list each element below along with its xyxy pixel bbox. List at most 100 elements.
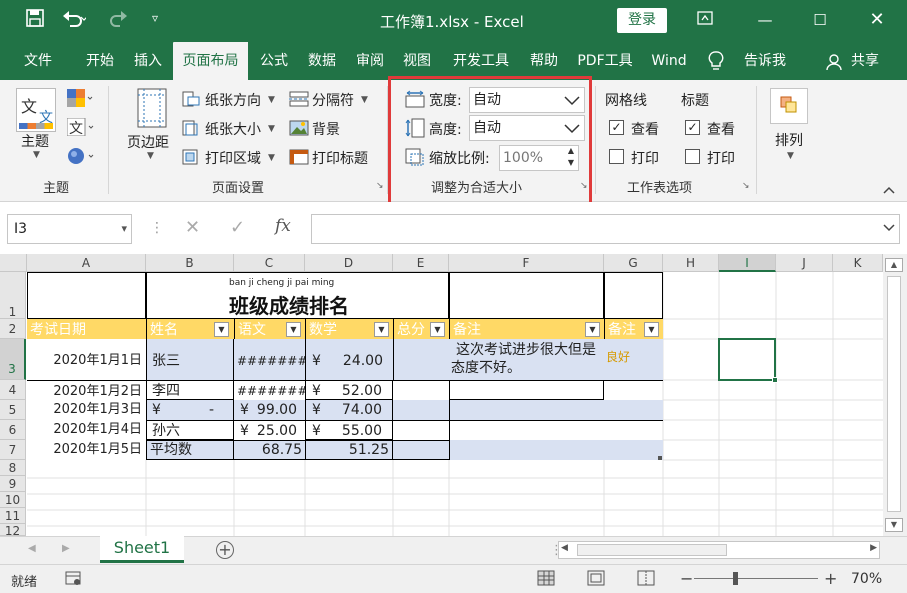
page-layout-view-icon[interactable] — [587, 570, 605, 590]
cell-g4[interactable] — [604, 380, 663, 400]
margins-button-label[interactable]: 页边距 — [127, 132, 169, 152]
arrange-dropdown-icon[interactable]: ▼ — [787, 151, 794, 161]
zoom-out-icon[interactable]: − — [680, 569, 693, 588]
scroll-down-icon[interactable]: ▼ — [885, 518, 903, 532]
zoom-slider[interactable] — [694, 578, 818, 579]
cell-d3[interactable]: ¥ 24.00 — [305, 339, 393, 380]
cell-f4[interactable] — [449, 380, 604, 400]
cell-b3[interactable]: 张三 — [146, 339, 234, 380]
cell-c3[interactable]: ######## — [234, 339, 305, 380]
row-header-9[interactable]: 9 — [0, 476, 26, 492]
header-cell-note[interactable]: 备注 — [449, 319, 604, 339]
table-resize-handle[interactable] — [658, 456, 662, 460]
column-header-b[interactable]: B — [146, 254, 234, 272]
ribbon-display-options-icon[interactable] — [690, 6, 720, 34]
row-header-1[interactable]: 1 — [0, 272, 26, 319]
breaks-dropdown-icon[interactable]: ▼ — [361, 95, 368, 105]
share-person-icon[interactable] — [826, 53, 844, 75]
cell-b1-merged[interactable]: ban ji cheng ji pai ming 班级成绩排名 — [146, 272, 449, 319]
margins-icon[interactable] — [137, 88, 167, 128]
margins-dropdown-icon[interactable]: ▼ — [147, 151, 154, 161]
formula-input[interactable] — [311, 214, 900, 244]
zoom-in-icon[interactable]: + — [824, 569, 837, 588]
tab-pdf-tools[interactable]: PDF工具 — [572, 42, 638, 80]
scroll-sheets-left-icon[interactable]: ◀ — [28, 543, 36, 554]
tab-wind[interactable]: Wind — [645, 42, 693, 80]
column-header-e[interactable]: E — [393, 254, 449, 272]
column-header-f[interactable]: F — [449, 254, 604, 272]
tab-insert[interactable]: 插入 — [124, 42, 172, 80]
headings-print-checkbox[interactable] — [685, 149, 700, 164]
cell-a7[interactable]: 2020年1月5日 — [27, 440, 146, 460]
new-sheet-icon[interactable]: + — [216, 541, 234, 559]
save-icon[interactable] — [26, 9, 44, 31]
cell-d7[interactable]: 51.25 — [305, 440, 393, 460]
row-header-12[interactable]: 12 — [0, 524, 26, 536]
print-area-button-label[interactable]: 打印区域 — [205, 148, 261, 168]
row-header-3[interactable]: 3 — [0, 339, 26, 380]
tab-help[interactable]: 帮助 — [522, 42, 566, 80]
themes-button-label[interactable]: 主题 — [21, 131, 49, 151]
horizontal-scrollbar[interactable]: ◀ ▶ — [558, 541, 880, 559]
vertical-scrollbar[interactable]: ▲ ▼ — [883, 254, 907, 536]
cell-d4[interactable]: ¥ 52.00 — [305, 380, 393, 400]
cell-e5[interactable] — [393, 400, 449, 420]
theme-effects-icon[interactable] — [67, 147, 95, 165]
undo-icon[interactable] — [62, 9, 88, 31]
print-area-dropdown-icon[interactable]: ▼ — [268, 153, 275, 163]
page-setup-dialog-launcher-icon[interactable]: ↘ — [376, 181, 386, 191]
cell-a5[interactable]: 2020年1月3日 — [27, 400, 146, 420]
close-icon[interactable]: ✕ — [862, 6, 892, 34]
filter-dropdown-icon[interactable]: ▼ — [585, 322, 600, 337]
breaks-icon[interactable] — [289, 91, 309, 111]
login-button[interactable]: 登录 — [617, 8, 667, 33]
tab-developer[interactable]: 开发工具 — [447, 42, 515, 80]
column-header-i[interactable]: I — [719, 254, 776, 272]
filter-dropdown-icon[interactable]: ▼ — [214, 322, 229, 337]
theme-fonts-icon[interactable]: 文 — [66, 117, 95, 137]
cell-d5[interactable]: ¥ 74.00 — [305, 400, 393, 420]
print-area-icon[interactable] — [182, 149, 200, 169]
macro-record-icon[interactable] — [65, 571, 81, 591]
scroll-left-icon[interactable]: ◀ — [561, 543, 568, 553]
selected-cell-i3[interactable] — [718, 338, 776, 381]
tab-file[interactable]: 文件 — [14, 42, 62, 80]
cell-e4[interactable] — [393, 380, 449, 400]
cell-a4[interactable]: 2020年1月2日 — [27, 380, 146, 400]
filter-dropdown-icon[interactable]: ▼ — [374, 322, 389, 337]
maximize-icon[interactable]: ☐ — [805, 6, 835, 34]
customize-quick-access-icon[interactable]: ▿ — [152, 11, 158, 25]
orientation-icon[interactable] — [182, 91, 200, 111]
expand-formula-bar-icon[interactable] — [883, 221, 895, 235]
cell-b7[interactable]: 平均数 — [146, 440, 234, 460]
row-header-7[interactable]: 7 — [0, 440, 26, 460]
scroll-right-icon[interactable]: ▶ — [870, 543, 877, 553]
cell-b6[interactable]: 孙六 — [146, 420, 234, 440]
cell-c4[interactable]: ######## — [234, 380, 305, 400]
redo-icon[interactable] — [108, 9, 132, 31]
tab-home[interactable]: 开始 — [76, 42, 124, 80]
zoom-level[interactable]: 70% — [851, 571, 882, 587]
row-header-2[interactable]: 2 — [0, 319, 26, 339]
column-header-g[interactable]: G — [604, 254, 663, 272]
insert-function-icon[interactable]: fx — [275, 216, 291, 236]
cell-f5[interactable] — [449, 400, 663, 420]
theme-gallery-icon[interactable]: 文 文 — [16, 88, 56, 132]
minimize-icon[interactable]: — — [750, 6, 780, 34]
cell-c7[interactable]: 68.75 — [234, 440, 305, 460]
arrange-button-label[interactable]: 排列 — [775, 130, 803, 150]
page-break-preview-icon[interactable] — [637, 570, 655, 590]
cell-e6[interactable] — [393, 420, 449, 440]
column-header-c[interactable]: C — [234, 254, 305, 272]
cell-g1[interactable] — [604, 272, 663, 319]
theme-colors-icon[interactable] — [67, 89, 93, 107]
sheet-options-dialog-launcher-icon[interactable]: ↘ — [742, 181, 752, 191]
header-cell-date[interactable]: 考试日期 — [27, 319, 146, 339]
cell-f6[interactable] — [449, 420, 663, 440]
tab-formulas[interactable]: 公式 — [252, 42, 296, 80]
orientation-dropdown-icon[interactable]: ▼ — [268, 95, 275, 105]
row-header-4[interactable]: 4 — [0, 380, 26, 400]
cell-b5[interactable]: ¥ - — [146, 400, 234, 420]
row-header-10[interactable]: 10 — [0, 492, 26, 508]
row-header-8[interactable]: 8 — [0, 460, 26, 476]
